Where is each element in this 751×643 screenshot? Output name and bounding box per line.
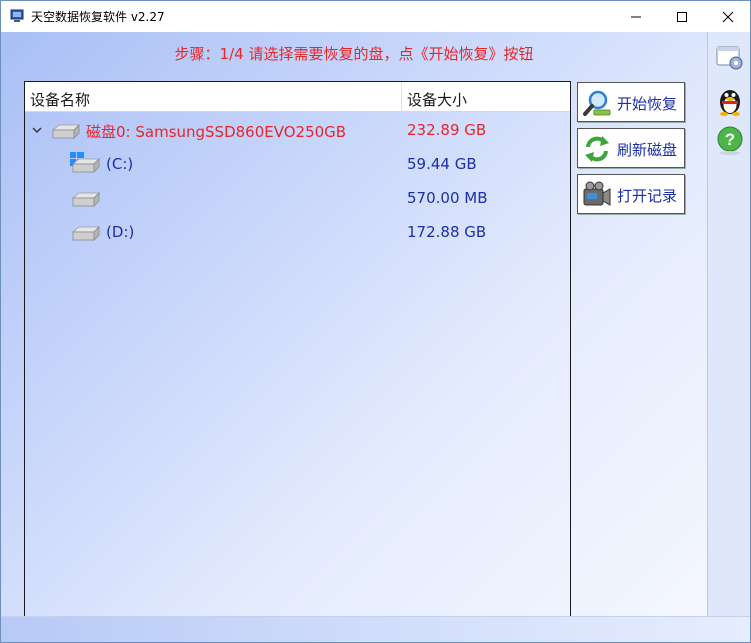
partition-name: (D:) (106, 223, 135, 241)
close-icon (722, 11, 734, 22)
disk-row[interactable]: 磁盘0: SamsungSSD860EVO250GB 232.89 GB (25, 115, 570, 145)
partition-row[interactable]: (C:) 59.44 GB (25, 149, 570, 179)
settings-icon[interactable] (714, 41, 746, 73)
partition-size: 570.00 MB (407, 189, 488, 207)
help-icon[interactable]: ? (714, 124, 746, 156)
drive-icon (71, 226, 100, 241)
drive-icon (51, 124, 80, 139)
minimize-icon (631, 16, 641, 17)
refresh-disk-label: 刷新磁盘 (617, 141, 678, 159)
partition-row[interactable]: 570.00 MB (25, 183, 570, 213)
app-window: 天空数据恢复软件 v2.27 步骤：1/4 请选择需要恢复的盘，点《开始恢复》按… (0, 0, 751, 643)
status-bar (1, 616, 750, 642)
step-instruction: 步骤：1/4 请选择需要恢复的盘，点《开始恢复》按钮 (174, 45, 534, 63)
maximize-icon (677, 11, 687, 22)
chevron-down-icon[interactable] (31, 124, 43, 136)
column-separator[interactable] (401, 82, 402, 112)
partition-name: (C:) (106, 155, 134, 173)
window-title: 天空数据恢复软件 v2.27 (31, 10, 165, 24)
right-icon-strip: ? (707, 32, 750, 616)
camera-recorder-icon (583, 181, 611, 206)
svg-text:?: ? (725, 130, 735, 149)
refresh-icon (585, 136, 609, 162)
drive-icon (71, 192, 100, 207)
start-recovery-button[interactable]: 开始恢复 (577, 82, 685, 122)
open-log-button[interactable]: 打开记录 (577, 174, 685, 214)
refresh-disk-button[interactable]: 刷新磁盘 (577, 128, 685, 168)
maximize-button[interactable] (659, 1, 705, 32)
close-button[interactable] (705, 1, 751, 32)
disk-size: 232.89 GB (407, 121, 487, 139)
title-bar[interactable]: 天空数据恢复软件 v2.27 (1, 1, 750, 32)
partition-size: 59.44 GB (407, 155, 477, 173)
start-recovery-label: 开始恢复 (617, 95, 678, 113)
column-header-name[interactable]: 设备名称 (30, 89, 90, 110)
partition-row[interactable]: (D:) 172.88 GB (25, 217, 570, 247)
partition-size: 172.88 GB (407, 223, 487, 241)
main-client-area: 步骤：1/4 请选择需要恢复的盘，点《开始恢复》按钮 设备名称 设备大小 磁盘0… (1, 32, 707, 625)
open-log-label: 打开记录 (617, 187, 678, 205)
list-header: 设备名称 设备大小 (25, 82, 570, 112)
device-list[interactable]: 设备名称 设备大小 磁盘0: SamsungSSD860EVO250GB 232… (24, 81, 571, 625)
minimize-button[interactable] (613, 1, 659, 32)
drive-icon (71, 158, 100, 173)
app-icon (10, 9, 24, 22)
disk-name: 磁盘0: SamsungSSD860EVO250GB (86, 123, 347, 141)
qq-penguin-icon[interactable] (714, 84, 746, 116)
magnifier-icon (583, 90, 611, 116)
column-header-size[interactable]: 设备大小 (407, 89, 467, 110)
